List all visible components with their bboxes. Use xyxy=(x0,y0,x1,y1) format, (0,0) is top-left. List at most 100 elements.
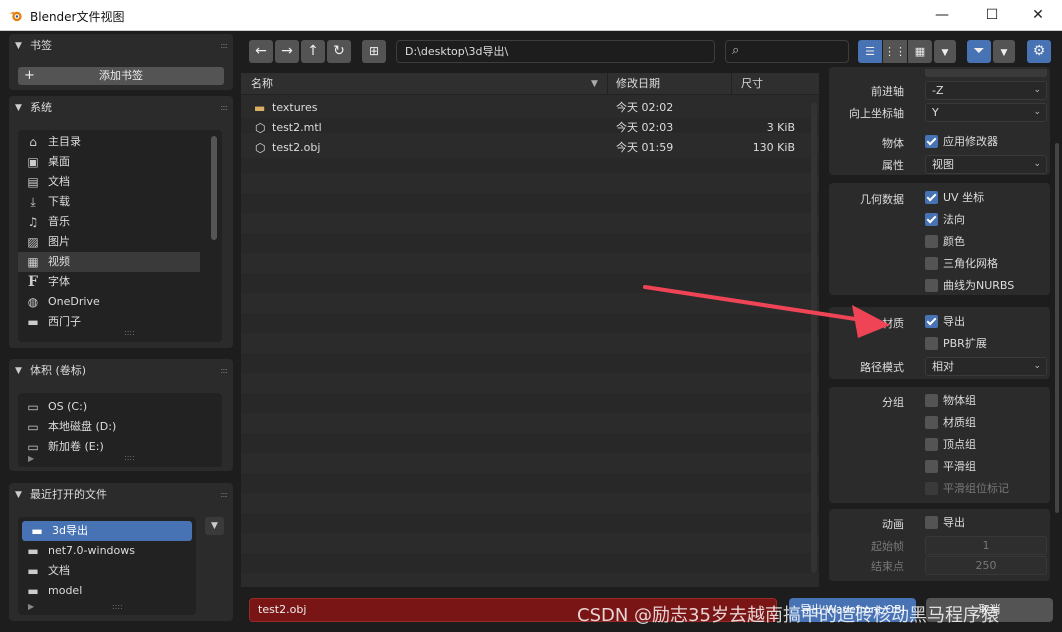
sidebar-item-onedrive[interactable]: ◍ OneDrive xyxy=(18,292,222,312)
file-row-test2-obj[interactable]: ⬡ test2.obj 今天 01:59 130 KiB xyxy=(241,138,819,158)
path-mode-dropdown[interactable]: 相对 ⌄ xyxy=(925,357,1047,376)
apply-modifiers-checkbox[interactable]: 应用修改器 xyxy=(925,133,998,151)
add-bookmark-button[interactable]: + 添加书签 xyxy=(18,67,224,85)
material-groups-checkbox[interactable]: 材质组 xyxy=(925,414,976,432)
maximize-button[interactable]: ☐ xyxy=(968,0,1016,31)
end-frame-field: 250 xyxy=(925,556,1047,575)
drag-handle-icon[interactable]: :::: xyxy=(220,41,228,50)
volume-item-c[interactable]: ▭ OS (C:) xyxy=(18,397,222,417)
sidebar-item-downloads[interactable]: ⤓ 下载 xyxy=(18,192,222,212)
column-size-header[interactable]: 尺寸 xyxy=(741,73,811,95)
recent-item-net7[interactable]: ▬ net7.0-windows xyxy=(18,541,196,561)
normals-checkbox[interactable]: 法向 xyxy=(925,211,965,229)
up-axis-dropdown[interactable]: Y ⌄ xyxy=(925,103,1047,122)
volumes-header[interactable]: ▼ 体积 (卷标) xyxy=(9,359,233,383)
new-folder-button[interactable]: ⊞ xyxy=(362,40,386,63)
checkbox-unchecked-icon xyxy=(925,257,938,270)
folder-icon: ▬ xyxy=(27,315,39,329)
sidebar-item-fonts[interactable]: F 字体 xyxy=(18,272,222,292)
sidebar-item-home[interactable]: ⌂ 主目录 xyxy=(18,132,222,152)
column-name-header[interactable]: 名称 ▼ xyxy=(251,73,606,95)
system-scrollbar[interactable] xyxy=(211,136,217,240)
checkbox-unchecked-icon xyxy=(925,337,938,350)
pbr-extension-checkbox[interactable]: PBR扩展 xyxy=(925,335,987,353)
sidebar-item-siemens[interactable]: ▬ 西门子 xyxy=(18,312,222,332)
close-button[interactable]: ✕ xyxy=(1014,0,1062,31)
annotation-arrow xyxy=(643,285,890,338)
sidebar-item-pictures[interactable]: ▨ 图片 xyxy=(18,232,222,252)
recent-options-button[interactable]: ▼ xyxy=(205,517,224,535)
search-input[interactable]: ⌕ xyxy=(725,40,849,63)
sidebar-item-desktop[interactable]: ▣ 桌面 xyxy=(18,152,222,172)
drag-handle-icon[interactable]: :::: xyxy=(220,366,228,375)
sidebar-item-videos[interactable]: ▦ 视频 xyxy=(18,252,200,272)
desktop-icon: ▣ xyxy=(27,155,39,169)
options-scrollbar[interactable] xyxy=(1055,143,1059,513)
bookmarks-panel: ▼ 书签 :::: + 添加书签 xyxy=(9,34,233,90)
gear-icon: ⚙ xyxy=(1032,43,1046,59)
path-input[interactable]: D:\desktop\3d导出\ xyxy=(396,40,715,63)
forward-button[interactable]: → xyxy=(275,40,299,63)
material-export-checkbox[interactable]: 导出 xyxy=(925,313,965,331)
filter-options-dropdown[interactable]: ▼ xyxy=(993,40,1015,63)
resize-grip-icon[interactable]: :::: xyxy=(112,602,123,611)
bookmarks-header[interactable]: ▼ 书签 xyxy=(9,34,233,58)
checkbox-unchecked-icon xyxy=(925,235,938,248)
view-options-dropdown[interactable]: ▼ xyxy=(934,40,956,63)
view-columns-button[interactable]: ⋮⋮ xyxy=(883,40,907,63)
forward-axis-dropdown[interactable]: -Z ⌄ xyxy=(925,81,1047,100)
resize-grip-icon[interactable]: :::: xyxy=(124,453,135,462)
column-view-icon: ⋮⋮ xyxy=(884,45,906,58)
curves-nurbs-checkbox[interactable]: 曲线为NURBS xyxy=(925,277,1014,295)
new-folder-icon: ⊞ xyxy=(368,44,380,58)
arrow-up-icon: ↑ xyxy=(307,43,319,59)
music-icon: ♫ xyxy=(27,215,39,229)
uv-checkbox[interactable]: UV 坐标 xyxy=(925,189,984,207)
recent-header[interactable]: ▼ 最近打开的文件 xyxy=(9,483,233,507)
volume-item-d[interactable]: ▭ 本地磁盘 (D:) xyxy=(18,417,222,437)
recent-item-model[interactable]: ▬ model xyxy=(18,581,196,601)
parent-dir-button[interactable]: ↑ xyxy=(301,40,325,63)
settings-button[interactable]: ⚙ xyxy=(1027,40,1051,63)
recent-panel: ▼ 最近打开的文件 :::: ▬ 3d导出 ▬ net7.0-windows ▬ 文档 … xyxy=(9,483,233,621)
file-row-test2-mtl[interactable]: ⬡ test2.mtl 今天 02:03 3 KiB xyxy=(241,118,819,138)
refresh-button[interactable]: ↻ xyxy=(327,40,351,63)
list-view-icon: ☰ xyxy=(865,45,875,58)
drag-handle-icon[interactable]: :::: xyxy=(220,490,228,499)
expand-arrow-icon[interactable]: ▶ xyxy=(28,602,34,611)
chevron-down-icon: ▼ xyxy=(1000,48,1008,58)
file-list: ▬ textures 今天 02:02 ⬡ test2.mtl 今天 02:03… xyxy=(241,98,819,158)
recent-item-3d-export[interactable]: ▬ 3d导出 xyxy=(22,521,192,541)
drag-handle-icon[interactable]: :::: xyxy=(220,103,228,112)
checkbox-unchecked-icon xyxy=(925,416,938,429)
expand-arrow-icon[interactable]: ▶ xyxy=(28,454,34,463)
object-groups-checkbox[interactable]: 物体组 xyxy=(925,392,976,410)
sidebar-item-documents[interactable]: ▤ 文档 xyxy=(18,172,222,192)
folder-icon: ▬ xyxy=(31,524,43,538)
volume-item-e[interactable]: ▭ 新加卷 (E:) xyxy=(18,437,222,457)
minimize-button[interactable]: — xyxy=(918,0,966,31)
animation-export-checkbox[interactable]: 导出 xyxy=(925,514,965,532)
view-list-button[interactable]: ☰ xyxy=(858,40,882,63)
recent-list: ▬ 3d导出 ▬ net7.0-windows ▬ 文档 ▬ model ▶ :::: xyxy=(18,517,196,615)
triangulate-checkbox[interactable]: 三角化网格 xyxy=(925,255,998,273)
chevron-down-icon: ⌄ xyxy=(1033,107,1041,117)
checkbox-disabled-icon xyxy=(925,482,938,495)
smooth-groups-checkbox[interactable]: 平滑组 xyxy=(925,458,976,476)
resize-grip-icon[interactable]: :::: xyxy=(124,328,135,337)
vertex-groups-checkbox[interactable]: 顶点组 xyxy=(925,436,976,454)
system-header[interactable]: ▼ 系统 xyxy=(9,96,233,120)
view-thumbnails-button[interactable]: ▦ xyxy=(908,40,932,63)
checkbox-unchecked-icon xyxy=(925,438,938,451)
sidebar-item-music[interactable]: ♫ 音乐 xyxy=(18,212,222,232)
filter-toggle-button[interactable]: ⏷ xyxy=(967,40,991,63)
arrow-right-icon: → xyxy=(281,43,293,59)
checkbox-unchecked-icon xyxy=(925,460,938,473)
window-title: Blender文件视图 xyxy=(30,10,125,24)
properties-dropdown[interactable]: 视图 ⌄ xyxy=(925,155,1047,174)
recent-item-documents[interactable]: ▬ 文档 xyxy=(18,561,196,581)
column-date-header[interactable]: 修改日期 xyxy=(616,73,726,95)
colors-checkbox[interactable]: 颜色 xyxy=(925,233,965,251)
file-row-textures[interactable]: ▬ textures 今天 02:02 xyxy=(241,98,819,118)
back-button[interactable]: ← xyxy=(249,40,273,63)
